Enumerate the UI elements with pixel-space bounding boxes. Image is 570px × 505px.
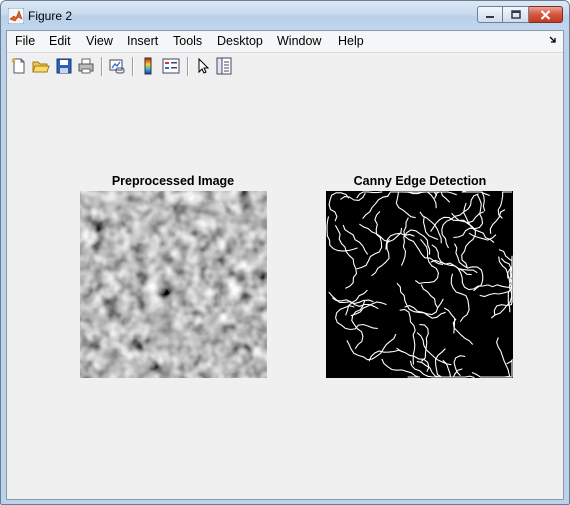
axes-title-canny: Canny Edge Detection [353,174,487,188]
preprocessed-image[interactable] [80,191,267,378]
close-icon [540,9,551,20]
figure-window: Figure 2 File Edit View Insert Tools Des… [0,0,570,505]
menu-tools[interactable]: Tools [173,34,202,48]
link-plot-icon[interactable] [108,57,126,75]
menu-help[interactable]: Help [338,34,364,48]
menu-insert[interactable]: Insert [127,34,158,48]
figure-canvas: Preprocessed Image Canny Edge Detection [7,80,563,499]
toolbar-separator [187,57,189,76]
new-figure-icon[interactable] [10,57,28,75]
figure-client-area: File Edit View Insert Tools Desktop Wind… [6,30,564,500]
menu-window[interactable]: Window [277,34,321,48]
insert-colorbar-icon[interactable] [139,57,157,75]
maximize-button[interactable] [503,6,529,23]
edit-plot-icon[interactable] [194,57,212,75]
dock-arrow-icon[interactable] [548,35,558,45]
maximize-icon [510,10,521,19]
menu-view[interactable]: View [86,34,113,48]
toolbar-separator [132,57,134,76]
edge-map-svg [326,191,513,378]
window-title: Figure 2 [28,9,73,23]
figure-toolbar [7,52,563,81]
menu-bar: File Edit View Insert Tools Desktop Wind… [7,31,563,52]
minimize-icon [486,15,494,18]
property-inspector-icon[interactable] [215,57,233,75]
insert-legend-icon[interactable] [162,57,180,75]
print-icon[interactable] [77,57,95,75]
edge-segment [407,191,440,194]
save-icon[interactable] [55,57,73,75]
open-file-icon[interactable] [32,57,50,75]
toolbar-separator [101,57,103,76]
title-bar[interactable]: Figure 2 [1,1,569,30]
menu-edit[interactable]: Edit [49,34,71,48]
menu-desktop[interactable]: Desktop [217,34,263,48]
close-button[interactable] [529,6,563,23]
axes-title-preprocessed: Preprocessed Image [111,174,235,188]
canny-edge-image[interactable] [326,191,513,378]
matlab-app-icon [8,8,24,24]
menu-file[interactable]: File [15,34,35,48]
minimize-button[interactable] [477,6,503,23]
window-controls [477,6,563,25]
noise-texture-svg [80,191,267,378]
